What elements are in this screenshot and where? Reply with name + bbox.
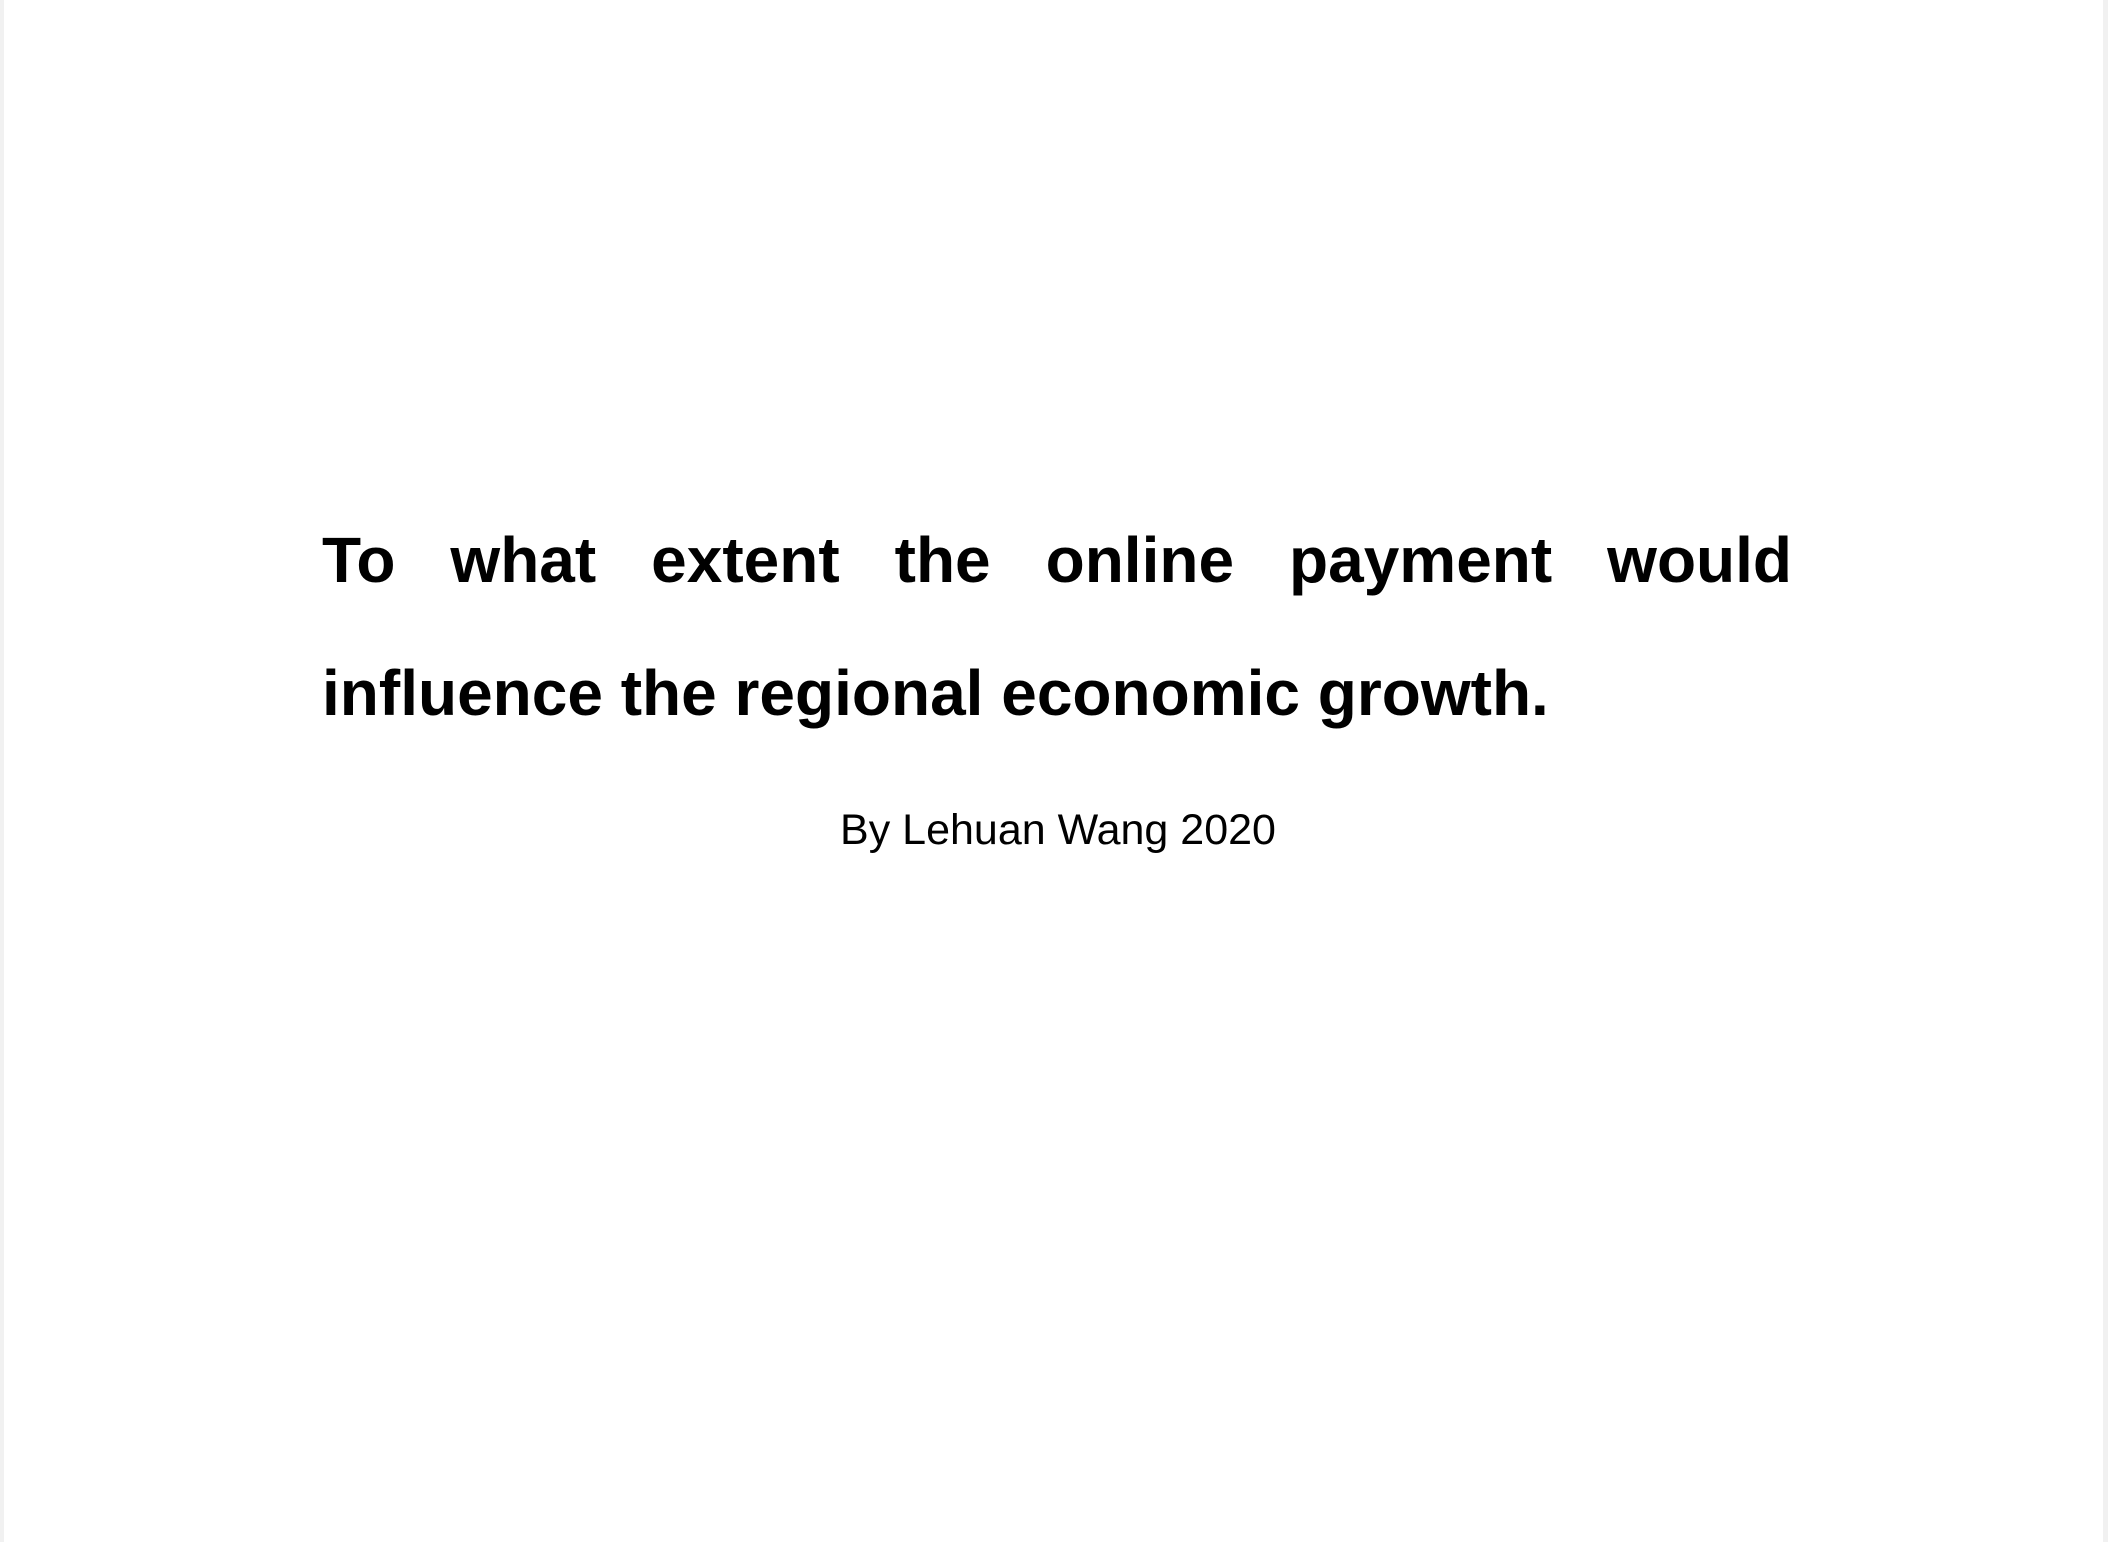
document-page: To what extent the online payment would … — [4, 0, 2103, 1542]
author-line: By Lehuan Wang 2020 — [840, 806, 1276, 854]
document-title: To what extent the online payment would … — [322, 524, 1792, 729]
document-viewer: To what extent the online payment would … — [0, 0, 2108, 1542]
